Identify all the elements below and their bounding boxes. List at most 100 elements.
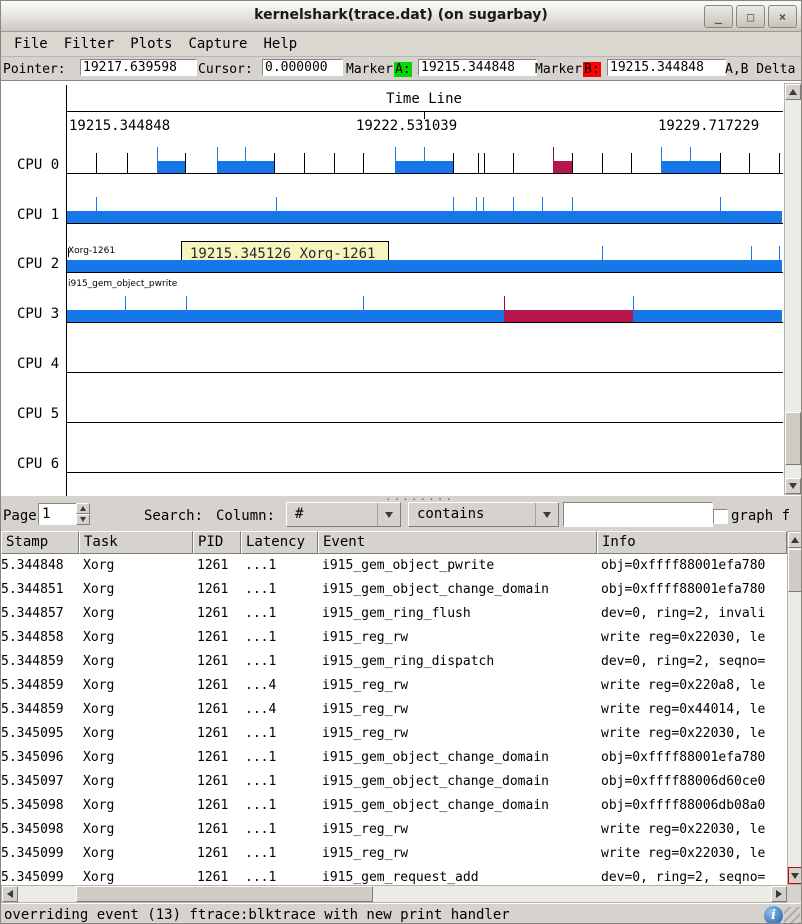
cpu-run-bar bbox=[67, 310, 782, 322]
event-tick bbox=[749, 153, 750, 174]
table-row[interactable]: 5.344859Xorg1261...4i915_reg_rwwrite reg… bbox=[1, 674, 787, 698]
event-tick bbox=[453, 197, 454, 211]
column-select[interactable]: # bbox=[286, 502, 401, 527]
cell-event: i915_gem_ring_flush bbox=[318, 602, 597, 626]
window-buttons: _ □ × bbox=[704, 5, 797, 28]
event-tick bbox=[217, 147, 218, 161]
controls-bar: ········ Page 1 Search: Column: # contai… bbox=[1, 496, 801, 531]
cell-stamp: 5.344859 bbox=[1, 650, 79, 674]
table-row[interactable]: 5.344859Xorg1261...4i915_reg_rwwrite reg… bbox=[1, 698, 787, 722]
table-row[interactable]: 5.344859Xorg1261...1i915_gem_ring_dispat… bbox=[1, 650, 787, 674]
column-header-info[interactable]: Info bbox=[597, 531, 787, 554]
graph-follows-checkbox[interactable] bbox=[713, 509, 728, 524]
event-tick bbox=[542, 197, 543, 211]
table-vscroll-thumb[interactable] bbox=[788, 549, 802, 592]
menu-capture[interactable]: Capture bbox=[188, 36, 247, 52]
maximize-icon[interactable]: □ bbox=[736, 5, 765, 28]
table-row[interactable]: 5.344857Xorg1261...1i915_gem_ring_flushd… bbox=[1, 602, 787, 626]
cell-task: Xorg bbox=[79, 602, 193, 626]
resize-grip-icon[interactable] bbox=[784, 907, 800, 924]
table-row[interactable]: 5.344848Xorg1261...1i915_gem_object_pwri… bbox=[1, 554, 787, 578]
cell-pid: 1261 bbox=[193, 650, 241, 674]
column-header-latency[interactable]: Latency bbox=[241, 531, 318, 554]
cell-latency: ...1 bbox=[241, 578, 318, 602]
annotation-task: Xorg-1261 bbox=[68, 246, 177, 257]
cpu-run-bar bbox=[67, 211, 782, 223]
table-vscrollbar[interactable] bbox=[787, 531, 802, 885]
close-icon[interactable]: × bbox=[768, 5, 797, 28]
cell-task: Xorg bbox=[79, 794, 193, 818]
column-header-task[interactable]: Task bbox=[79, 531, 193, 554]
table-hscrollbar[interactable] bbox=[1, 885, 787, 903]
cell-event: i915_gem_object_change_domain bbox=[318, 578, 597, 602]
marker-a-value: 19215.344848 bbox=[418, 59, 537, 76]
event-tick bbox=[690, 147, 691, 161]
graph-vscrollbar[interactable] bbox=[784, 83, 801, 495]
table-row[interactable]: 5.345097Xorg1261...1i915_gem_object_chan… bbox=[1, 770, 787, 794]
page-spinbox[interactable]: 1 bbox=[38, 503, 79, 525]
column-header-stamp[interactable]: Stamp bbox=[1, 531, 79, 554]
event-tick bbox=[276, 197, 277, 211]
table-row[interactable]: 5.344858Xorg1261...1i915_reg_rwwrite reg… bbox=[1, 626, 787, 650]
table-header: StampTaskPIDLatencyEventInfo bbox=[1, 531, 787, 554]
menu-help[interactable]: Help bbox=[263, 36, 297, 52]
search-input[interactable] bbox=[563, 502, 713, 527]
scroll-left-icon[interactable] bbox=[2, 886, 18, 902]
cpu-label: CPU 6 bbox=[17, 456, 59, 472]
pointer-bar: Pointer: 19217.639598 Cursor: 0.000000 M… bbox=[1, 57, 801, 81]
table-row[interactable]: 5.345098Xorg1261...1i915_reg_rwwrite reg… bbox=[1, 818, 787, 842]
marker-b-badge: B: bbox=[583, 62, 601, 77]
cell-event: i915_gem_ring_dispatch bbox=[318, 650, 597, 674]
menu-filter[interactable]: Filter bbox=[64, 36, 115, 52]
column-select-value: # bbox=[295, 506, 303, 522]
cell-pid: 1261 bbox=[193, 626, 241, 650]
event-table[interactable]: 5.344848Xorg1261...1i915_gem_object_pwri… bbox=[1, 554, 787, 885]
scroll-down-icon[interactable] bbox=[788, 867, 802, 884]
event-tick bbox=[661, 147, 662, 161]
scroll-down-icon[interactable] bbox=[785, 478, 801, 494]
graph-panel[interactable]: Time Line Xorg-1261 i915_gem_object_pwri… bbox=[1, 80, 801, 497]
table-row[interactable]: 5.345096Xorg1261...1i915_gem_object_chan… bbox=[1, 746, 787, 770]
event-tick bbox=[572, 153, 573, 174]
cell-latency: ...1 bbox=[241, 794, 318, 818]
table-row[interactable]: 5.345098Xorg1261...1i915_gem_object_chan… bbox=[1, 794, 787, 818]
cell-pid: 1261 bbox=[193, 866, 241, 885]
table-row[interactable]: 5.345099Xorg1261...1i915_gem_request_add… bbox=[1, 866, 787, 885]
cell-info: dev=0, ring=2, invali bbox=[597, 602, 787, 626]
graph-vscroll-thumb[interactable] bbox=[785, 412, 801, 465]
cpu-run-bar bbox=[217, 161, 274, 173]
event-tick bbox=[779, 246, 780, 260]
column-header-pid[interactable]: PID bbox=[193, 531, 241, 554]
spin-down-icon[interactable] bbox=[76, 514, 90, 525]
cell-stamp: 5.345098 bbox=[1, 794, 79, 818]
menu-plots[interactable]: Plots bbox=[130, 36, 172, 52]
spin-up-icon[interactable] bbox=[76, 503, 90, 514]
hscroll-thumb[interactable] bbox=[76, 886, 373, 902]
cell-stamp: 5.344857 bbox=[1, 602, 79, 626]
match-select[interactable]: contains bbox=[408, 502, 559, 527]
scroll-up-icon[interactable] bbox=[785, 84, 801, 100]
cell-event: i915_reg_rw bbox=[318, 626, 597, 650]
chevron-down-icon bbox=[377, 503, 400, 526]
cell-pid: 1261 bbox=[193, 602, 241, 626]
title-bar[interactable]: kernelshark(trace.dat) (on sugarbay) _ □… bbox=[1, 1, 801, 32]
table-row[interactable]: 5.345095Xorg1261...1i915_reg_rwwrite reg… bbox=[1, 722, 787, 746]
cell-pid: 1261 bbox=[193, 578, 241, 602]
event-tick bbox=[476, 197, 477, 211]
cursor-value: 0.000000 bbox=[262, 59, 343, 76]
minimize-icon[interactable]: _ bbox=[704, 5, 733, 28]
table-row[interactable]: 5.344851Xorg1261...1i915_gem_object_chan… bbox=[1, 578, 787, 602]
cell-event: i915_reg_rw bbox=[318, 722, 597, 746]
event-tick bbox=[631, 153, 632, 174]
pointer-label: Pointer: bbox=[3, 62, 66, 77]
column-header-event[interactable]: Event bbox=[318, 531, 597, 554]
menu-file[interactable]: File bbox=[14, 36, 48, 52]
cell-stamp: 5.344859 bbox=[1, 674, 79, 698]
cell-task: Xorg bbox=[79, 866, 193, 885]
scroll-up-icon[interactable] bbox=[788, 532, 802, 548]
event-tick bbox=[125, 296, 126, 310]
cpu-label: CPU 3 bbox=[17, 306, 59, 322]
event-tick bbox=[127, 153, 128, 174]
scroll-right-icon[interactable] bbox=[771, 886, 787, 902]
table-row[interactable]: 5.345099Xorg1261...1i915_reg_rwwrite reg… bbox=[1, 842, 787, 866]
